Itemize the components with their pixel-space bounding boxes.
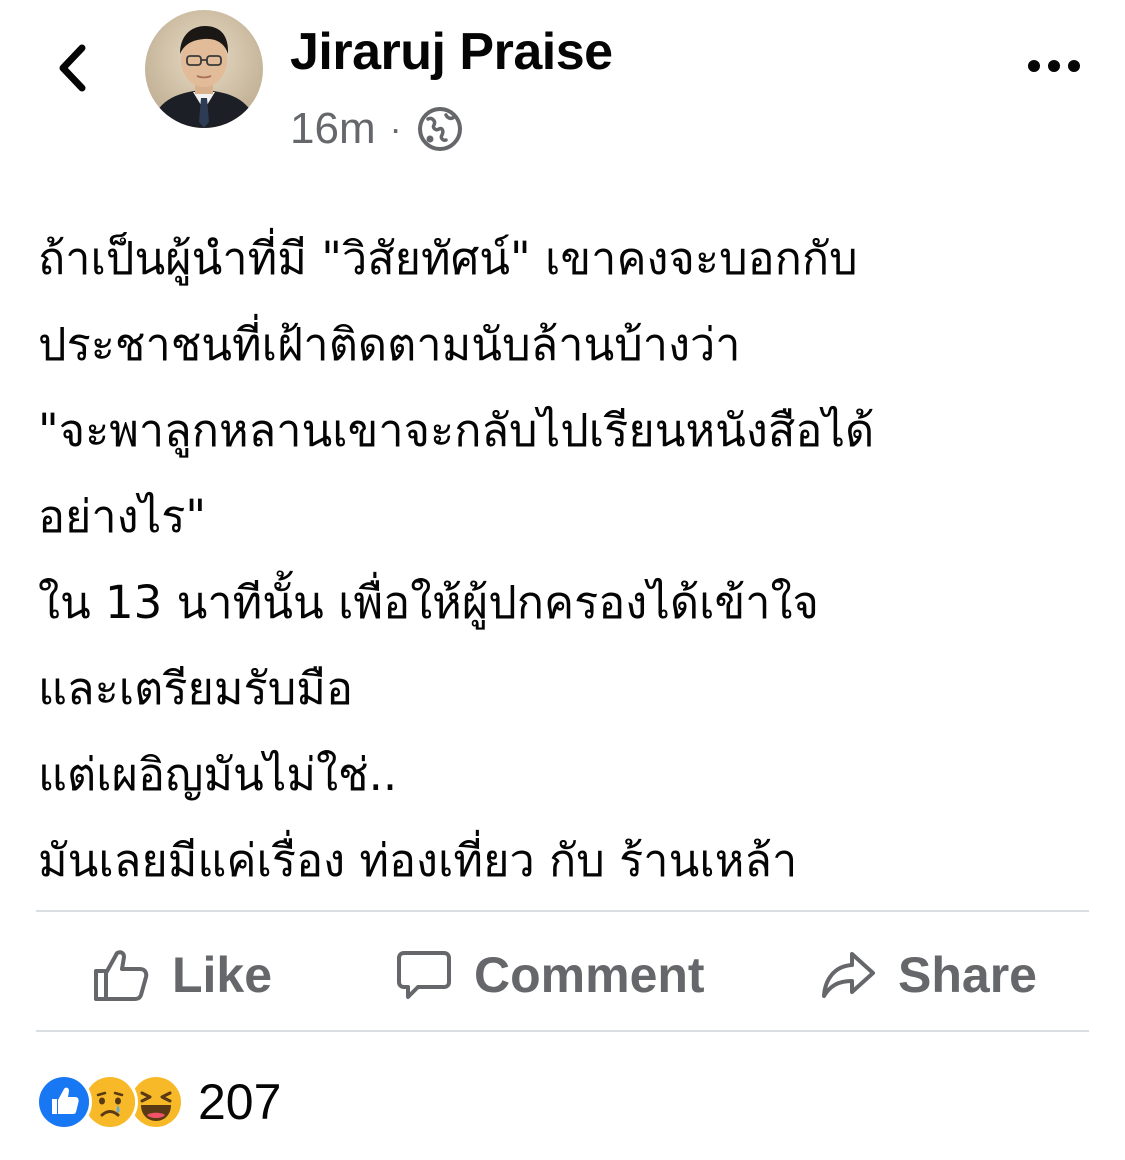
more-options-button[interactable]	[1024, 46, 1084, 86]
post-text-line: ประชาชนที่เฝ้าติดตามนับล้านบ้างว่า	[38, 318, 741, 371]
post-text-line: อย่างไร"	[38, 490, 207, 543]
share-label: Share	[898, 947, 1037, 1003]
post-text-line: และเตรียมรับมือ	[38, 662, 353, 715]
post-text-line: ใน 13 นาทีนั้น เพื่อให้ผู้ปกครองได้เข้าใ…	[38, 576, 819, 629]
meta-separator: ·	[389, 108, 402, 149]
share-arrow-icon	[820, 950, 876, 1000]
reactions-summary[interactable]: 207	[36, 1074, 281, 1130]
post-text-line: "จะพาลูกหลานเขาจะกลับไปเรียนหนังสือได้	[38, 404, 875, 457]
profile-photo	[145, 10, 263, 128]
comment-icon	[396, 949, 452, 1001]
author-name[interactable]: Jiraruj Praise	[290, 22, 613, 82]
more-horizontal-icon	[1028, 60, 1080, 72]
like-reaction-icon	[36, 1074, 92, 1130]
divider	[36, 910, 1089, 912]
comment-label: Comment	[474, 947, 705, 1003]
post-text: ถ้าเป็นผู้นำที่มี "วิสัยทัศน์" เขาคงจะบอ…	[38, 216, 1098, 904]
reaction-count: 207	[198, 1074, 282, 1130]
divider	[36, 1030, 1089, 1032]
thumbs-up-icon	[92, 947, 150, 1003]
post-meta: 16m ·	[290, 104, 464, 154]
back-button[interactable]	[48, 40, 96, 96]
comment-button[interactable]: Comment	[396, 940, 705, 1010]
post-timestamp[interactable]: 16m	[290, 104, 376, 154]
post-text-line: แต่เผอิญมันไม่ใช่..	[38, 748, 398, 801]
like-label: Like	[172, 947, 273, 1003]
globe-icon[interactable]	[416, 105, 464, 153]
post-text-line: มันเลยมีแค่เรื่อง ท่องเที่ยว กับ ร้านเหล…	[38, 834, 798, 887]
share-button[interactable]: Share	[820, 940, 1037, 1010]
like-button[interactable]: Like	[92, 940, 272, 1010]
chevron-left-icon	[59, 44, 86, 92]
post-text-line: ถ้าเป็นผู้นำที่มี "วิสัยทัศน์" เขาคงจะบอ…	[38, 232, 858, 285]
avatar[interactable]	[145, 10, 263, 128]
